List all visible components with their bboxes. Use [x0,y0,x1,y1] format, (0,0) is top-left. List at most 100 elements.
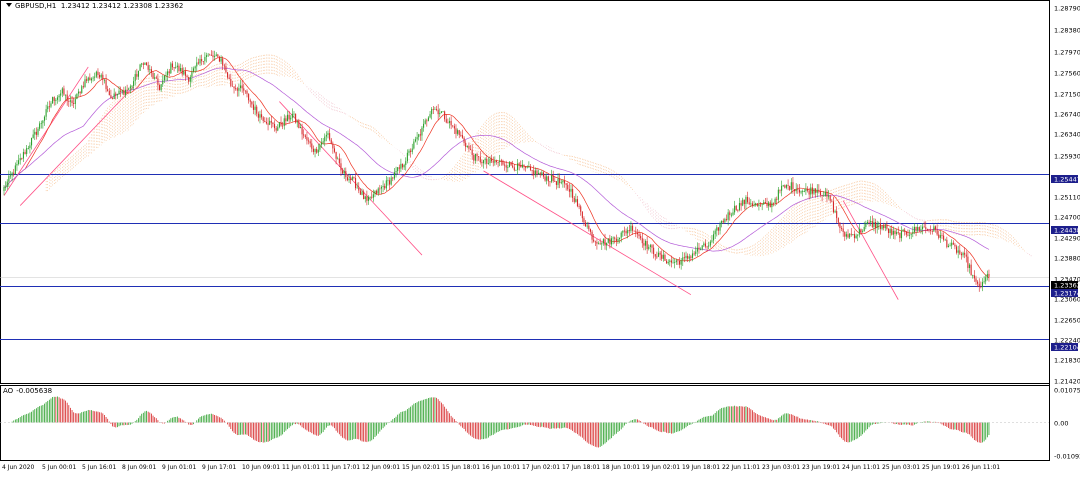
bear-candle [251,101,253,105]
bull-candle [487,163,489,164]
bull-candle [286,114,289,122]
time-tick: 11 Jun 01:01 [282,464,320,471]
bear-candle [225,66,227,73]
bull-candle [400,163,402,169]
bull-candle [254,106,256,110]
bull-candle [528,166,530,168]
bull-candle [781,185,783,191]
bull-candle [348,178,350,181]
bear-candle [544,176,546,181]
bear-candle [311,143,313,149]
time-tick: 18 Jun 10:01 [602,464,640,471]
bear-candle [243,88,245,91]
time-tick: 11 Jun 17:01 [322,464,360,471]
bear-candle [338,158,340,164]
bear-candle [261,114,263,118]
bear-candle [471,149,473,156]
bear-candle [952,242,954,245]
bear-candle [973,275,975,279]
bull-candle [9,175,12,177]
bear-candle [568,189,570,192]
bear-candle [35,131,37,135]
bull-candle [742,199,744,206]
bull-candle [406,152,408,162]
bull-candle [782,185,784,187]
bear-candle [426,120,428,122]
bull-candle [55,99,57,101]
chart-header: GBPUSD,H1 1.23412 1.23412 1.23308 1.2336… [6,2,183,10]
bull-candle [314,148,316,152]
bear-candle [594,241,596,243]
bear-candle [748,202,750,205]
bear-candle [288,114,290,120]
bull-candle [116,94,118,96]
bull-candle [393,172,395,179]
bull-candle [94,76,96,78]
bull-candle [139,64,141,71]
bear-candle [879,223,881,229]
bear-candle [547,176,549,182]
bear-candle [520,165,522,168]
chevron-down-icon[interactable] [6,3,12,7]
bear-candle [97,71,99,75]
bull-candle [448,120,451,124]
bull-candle [768,202,770,207]
bear-candle [664,254,666,261]
bull-candle [34,131,36,135]
bear-candle [980,286,982,288]
bull-candle [727,212,729,220]
bull-candle [170,63,172,74]
bear-candle [497,162,499,163]
bear-candle [565,183,567,185]
bull-candle [277,127,279,131]
bear-candle [359,190,361,195]
bear-candle [228,77,230,79]
bear-candle [599,243,601,245]
bear-candle [729,212,731,216]
bear-candle [860,228,862,233]
bear-candle [306,136,308,141]
bull-candle [627,230,629,234]
bear-candle [171,63,174,68]
bull-candle [325,134,327,137]
bull-candle [220,58,222,62]
bear-candle [502,160,504,165]
bear-candle [82,86,84,88]
bull-candle [442,111,444,113]
bear-candle [270,120,272,123]
bear-candle [392,177,394,179]
bull-candle [65,94,67,96]
price-tick: 1.26340 [1054,131,1080,139]
price-tick: 1.24290 [1054,235,1080,243]
bear-candle [264,120,266,122]
price-chart[interactable]: 1.28790 1.28380 1.27970 1.27560 1.27150 … [0,0,1080,474]
bear-candle [353,177,355,179]
bear-candle [197,62,199,64]
bull-candle [405,161,407,165]
time-tick: 15 Jun 18:01 [442,464,480,471]
bull-candle [387,180,389,182]
bear-candle [366,196,368,201]
bull-candle [515,169,517,171]
bear-candle [201,59,203,62]
bull-candle [60,93,62,96]
bear-candle [661,254,663,259]
bear-candle [155,77,157,79]
chart-window[interactable]: 1.28790 1.28380 1.27970 1.27560 1.27150 … [0,0,1080,474]
bull-candle [149,69,151,71]
trendlines[interactable] [3,66,899,300]
bear-candle [677,260,679,262]
bear-candle [217,54,219,57]
bear-candle [492,161,494,163]
bull-candle [881,225,883,229]
bear-candle [563,180,566,184]
price-tick: 1.28380 [1054,27,1080,35]
bear-candle [683,257,685,259]
bear-candle [126,89,128,91]
bull-candle [876,223,878,228]
time-tick: 23 Jun 03:01 [762,464,800,471]
bear-candle [452,125,454,127]
bull-candle [612,237,614,239]
bull-candle [644,241,647,246]
bull-candle [385,180,387,189]
